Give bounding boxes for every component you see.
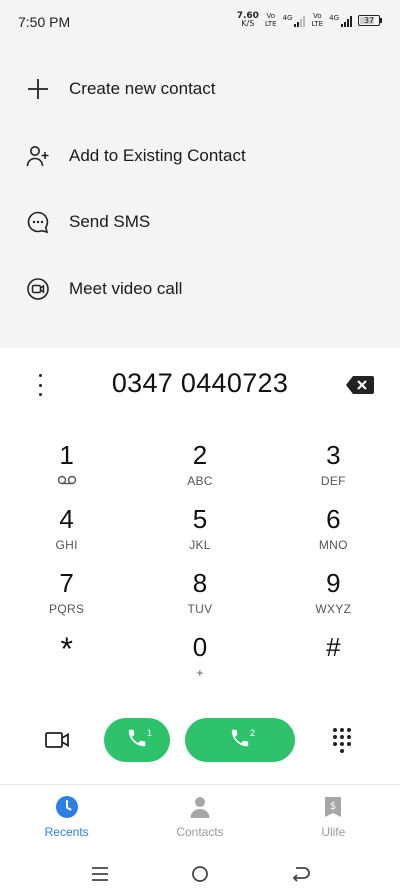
key-2[interactable]: 2 ABC (133, 440, 266, 504)
dial-keypad: 1 2 ABC 3 DEF 4 GHI 5 JKL 6 MNO 7 PQRS 8… (0, 440, 400, 696)
back-icon[interactable] (289, 864, 311, 884)
send-sms-option[interactable]: Send SMS (0, 189, 400, 256)
sim1-signal-icon: 4G (283, 14, 306, 27)
bottom-tab-bar: Recents Contacts $ Ulife (0, 795, 400, 841)
status-time: 7:50 PM (18, 14, 71, 30)
key-4[interactable]: 4 GHI (0, 504, 133, 568)
svg-text:$: $ (330, 801, 336, 812)
dialed-number-row: 0347 0440723 (0, 360, 400, 410)
phone-icon (229, 727, 251, 754)
status-bar: 7:50 PM 7.60 K/S Vo LTE 4G Vo LTE 4G 37 (0, 0, 400, 44)
key-3[interactable]: 3 DEF (267, 440, 400, 504)
sim2-signal-icon: 4G (329, 14, 352, 27)
video-meet-icon (26, 277, 50, 301)
battery-level: 37 (363, 15, 375, 25)
key-6[interactable]: 6 MNO (267, 504, 400, 568)
video-call-icon[interactable] (44, 728, 72, 752)
tab-ulife[interactable]: $ Ulife (267, 795, 400, 841)
key-hash[interactable]: # (267, 632, 400, 696)
divider (0, 784, 400, 785)
dialpad-toggle-icon[interactable] (330, 726, 354, 754)
add-to-existing-contact-option[interactable]: Add to Existing Contact (0, 123, 400, 190)
contact-options-list: Create new contact Add to Existing Conta… (0, 56, 400, 322)
person-icon (188, 795, 212, 819)
key-8[interactable]: 8 TUV (133, 568, 266, 632)
create-new-contact-option[interactable]: Create new contact (0, 56, 400, 123)
menu-label: Meet video call (69, 278, 183, 298)
key-5[interactable]: 5 JKL (133, 504, 266, 568)
call-sim2-button[interactable]: 2 (185, 718, 295, 762)
backspace-icon[interactable] (345, 375, 375, 395)
clock-icon (55, 795, 79, 819)
key-9[interactable]: 9 WXYZ (267, 568, 400, 632)
sim1-volte-icon: Vo LTE (264, 12, 277, 28)
voicemail-icon (57, 474, 77, 488)
call-sim1-button[interactable]: 1 (104, 718, 170, 762)
menu-label: Add to Existing Contact (69, 145, 246, 165)
battery-icon: 37 (358, 14, 382, 26)
plus-icon (26, 77, 50, 101)
menu-label: Create new contact (69, 79, 216, 99)
system-navigation-bar (0, 855, 400, 895)
chat-bubble-icon (26, 210, 50, 234)
sim1-label: 1 (147, 728, 153, 738)
home-icon[interactable] (189, 864, 211, 884)
call-action-bar: 1 2 (0, 716, 400, 764)
tab-contacts[interactable]: Contacts (133, 795, 266, 841)
contact-options-panel: 7:50 PM 7.60 K/S Vo LTE 4G Vo LTE 4G 37 … (0, 0, 400, 348)
key-star[interactable]: * (0, 632, 133, 696)
menu-icon[interactable] (89, 864, 111, 884)
dialed-number[interactable]: 0347 0440723 (0, 368, 400, 399)
meet-video-call-option[interactable]: Meet video call (0, 256, 400, 323)
key-0[interactable]: 0 + (133, 632, 266, 696)
sim2-volte-icon: Vo LTE (311, 12, 324, 28)
menu-label: Send SMS (69, 212, 151, 232)
key-1[interactable]: 1 (0, 440, 133, 504)
network-speed: 7.60 K/S (236, 11, 259, 28)
add-person-icon (26, 144, 50, 168)
tab-recents[interactable]: Recents (0, 795, 133, 841)
key-7[interactable]: 7 PQRS (0, 568, 133, 632)
sim2-label: 2 (250, 728, 256, 738)
phone-icon (126, 727, 148, 754)
ulife-icon: $ (321, 795, 345, 819)
status-icons: 7.60 K/S Vo LTE 4G Vo LTE 4G 37 (237, 12, 382, 28)
